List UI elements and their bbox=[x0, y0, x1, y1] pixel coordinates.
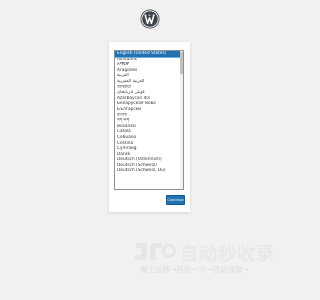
watermark-logo-icon bbox=[135, 243, 176, 260]
watermark: 自动秒收录 做上品牌→首访一次→自动收录→ bbox=[132, 240, 284, 280]
scrollbar-thumb[interactable] bbox=[180, 52, 183, 74]
watermark-subtitle: 做上品牌→首访一次→自动收录→ bbox=[140, 265, 249, 274]
watermark-title: 自动秒收录 bbox=[180, 244, 275, 265]
language-setup-panel: English (United States) Afrikaans አማርኛ A… bbox=[109, 42, 190, 212]
language-select-list[interactable]: English (United States) Afrikaans አማርኛ A… bbox=[114, 50, 184, 190]
continue-button[interactable]: Continue bbox=[166, 195, 185, 205]
wordpress-logo-icon bbox=[140, 9, 160, 29]
list-scrollbar[interactable] bbox=[180, 51, 183, 189]
language-option[interactable]: Deutsch (Schweiz, Du) bbox=[115, 168, 183, 174]
